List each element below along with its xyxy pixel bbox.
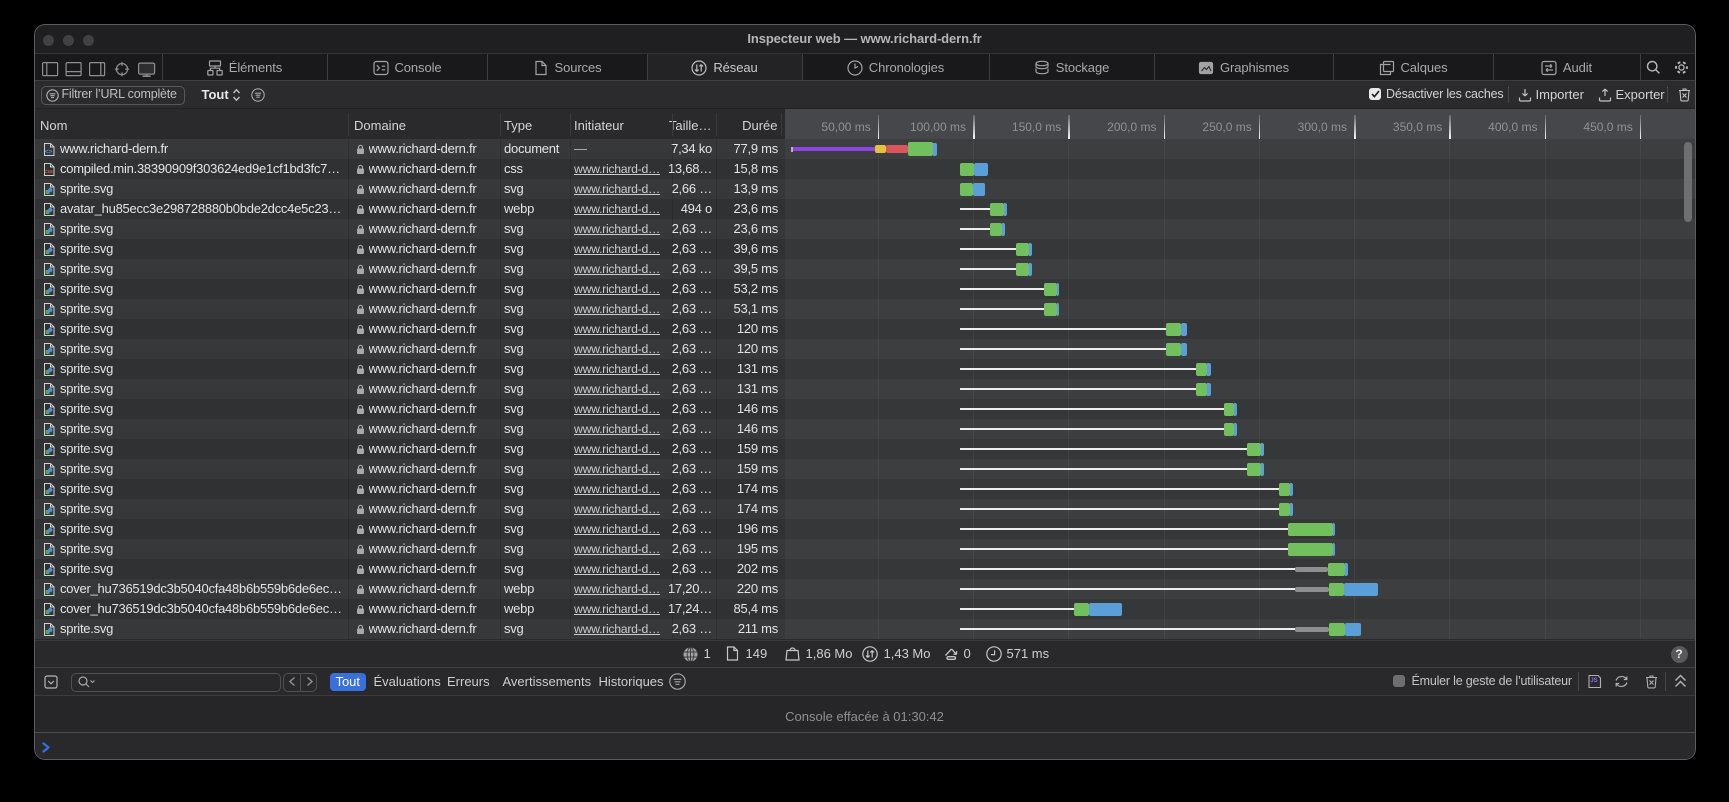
svg-text:css: css [44, 169, 53, 175]
svg-text:JS: JS [1590, 678, 1597, 684]
svg-text:<>: <> [44, 148, 52, 155]
